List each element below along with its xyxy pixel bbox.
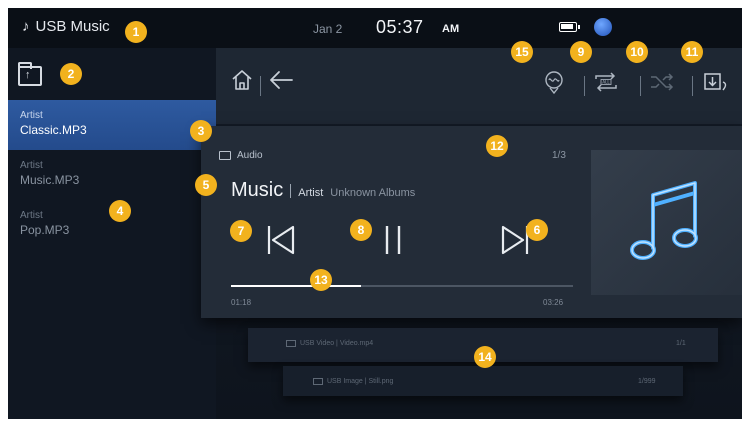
- file-list-panel: ↑ Artist Classic.MP3 Artist Music.MP3 Ar…: [8, 48, 216, 419]
- folder-icon: [219, 151, 231, 160]
- video-icon: [286, 340, 296, 347]
- folder-up-icon[interactable]: ↑: [18, 62, 42, 86]
- folder-label: Audio: [219, 150, 263, 161]
- control-divider: [584, 76, 585, 96]
- list-item-artist: Artist: [20, 110, 43, 121]
- list-item-file: Music.MP3: [20, 173, 80, 187]
- image-card[interactable]: USB Image | Still.png 1/999: [283, 366, 683, 396]
- artist-name: Artist: [298, 187, 324, 199]
- video-card-label: USB Video | Video.mp4: [300, 340, 374, 347]
- infotainment-screen: ♪ USB Music Jan 2 05:37 AM ↑ Artist Clas…: [8, 8, 742, 419]
- callout-badge: 11: [681, 41, 703, 63]
- list-item-file: Classic.MP3: [20, 123, 87, 137]
- status-date: Jan 2: [313, 22, 343, 36]
- progress-fill: [231, 285, 361, 287]
- album-name: Unknown Albums: [330, 187, 416, 199]
- callout-badge: 5: [195, 174, 217, 196]
- callout-badge: 14: [474, 346, 496, 368]
- track-info: Music Artist Unknown Albums: [231, 179, 415, 202]
- callout-badge: 2: [60, 63, 82, 85]
- battery-icon: [559, 22, 580, 32]
- control-divider: [692, 76, 693, 96]
- home-icon[interactable]: [230, 68, 254, 92]
- image-icon: [313, 378, 323, 385]
- image-card-label: USB Image | Still.png: [327, 378, 394, 385]
- previous-track-icon[interactable]: [265, 222, 297, 258]
- list-item-classic[interactable]: Artist Classic.MP3: [8, 100, 216, 150]
- callout-badge: 7: [230, 220, 252, 242]
- back-arrow-icon[interactable]: [268, 68, 294, 92]
- source-label[interactable]: ♪ USB Music: [22, 18, 110, 35]
- source-title: USB Music: [35, 18, 110, 35]
- callout-badge: 13: [310, 269, 332, 291]
- callout-badge: 4: [109, 200, 131, 222]
- callout-badge: 8: [350, 219, 372, 241]
- now-playing-card: Audio 1/3 Music Artist Unknown Albums 01…: [201, 126, 742, 318]
- bluetooth-device-icon: [594, 18, 612, 36]
- callout-badge: 15: [511, 41, 533, 63]
- repeat-all-icon[interactable]: ALL: [592, 70, 620, 94]
- pause-icon[interactable]: [377, 222, 409, 258]
- list-view-icon[interactable]: [702, 70, 730, 94]
- callout-badge: 9: [570, 41, 592, 63]
- album-art: [591, 150, 742, 295]
- control-bar: ALL: [216, 48, 742, 124]
- list-item-music[interactable]: Artist Music.MP3: [8, 150, 216, 200]
- file-list: Artist Classic.MP3 Artist Music.MP3 Arti…: [8, 100, 216, 250]
- callout-badge: 3: [190, 120, 212, 142]
- sound-settings-icon[interactable]: [540, 70, 568, 94]
- status-time: 05:37: [376, 17, 424, 37]
- callout-badge: 1: [125, 21, 147, 43]
- shuffle-icon[interactable]: [648, 70, 676, 94]
- callout-badge: 6: [526, 219, 548, 241]
- title-divider: [290, 183, 292, 198]
- music-note-icon: ♪: [22, 18, 30, 35]
- folder-name: Audio: [237, 150, 263, 161]
- control-divider: [260, 76, 261, 96]
- status-ampm: AM: [442, 23, 460, 35]
- current-time: 01:18: [231, 298, 252, 307]
- callout-badge: 10: [626, 41, 648, 63]
- track-count: 1/3: [552, 150, 566, 161]
- list-item-artist: Artist: [20, 160, 43, 171]
- song-title: Music: [231, 179, 284, 201]
- music-note-art-icon: [630, 181, 698, 260]
- progress-bar[interactable]: [231, 285, 573, 287]
- image-card-count: 1/999: [638, 378, 656, 385]
- duration: 03:26: [543, 298, 564, 307]
- list-item-file: Pop.MP3: [20, 223, 70, 237]
- svg-text:ALL: ALL: [602, 80, 610, 85]
- video-card-count: 1/1: [676, 340, 686, 347]
- callout-badge: 12: [486, 135, 508, 157]
- control-divider: [640, 76, 641, 96]
